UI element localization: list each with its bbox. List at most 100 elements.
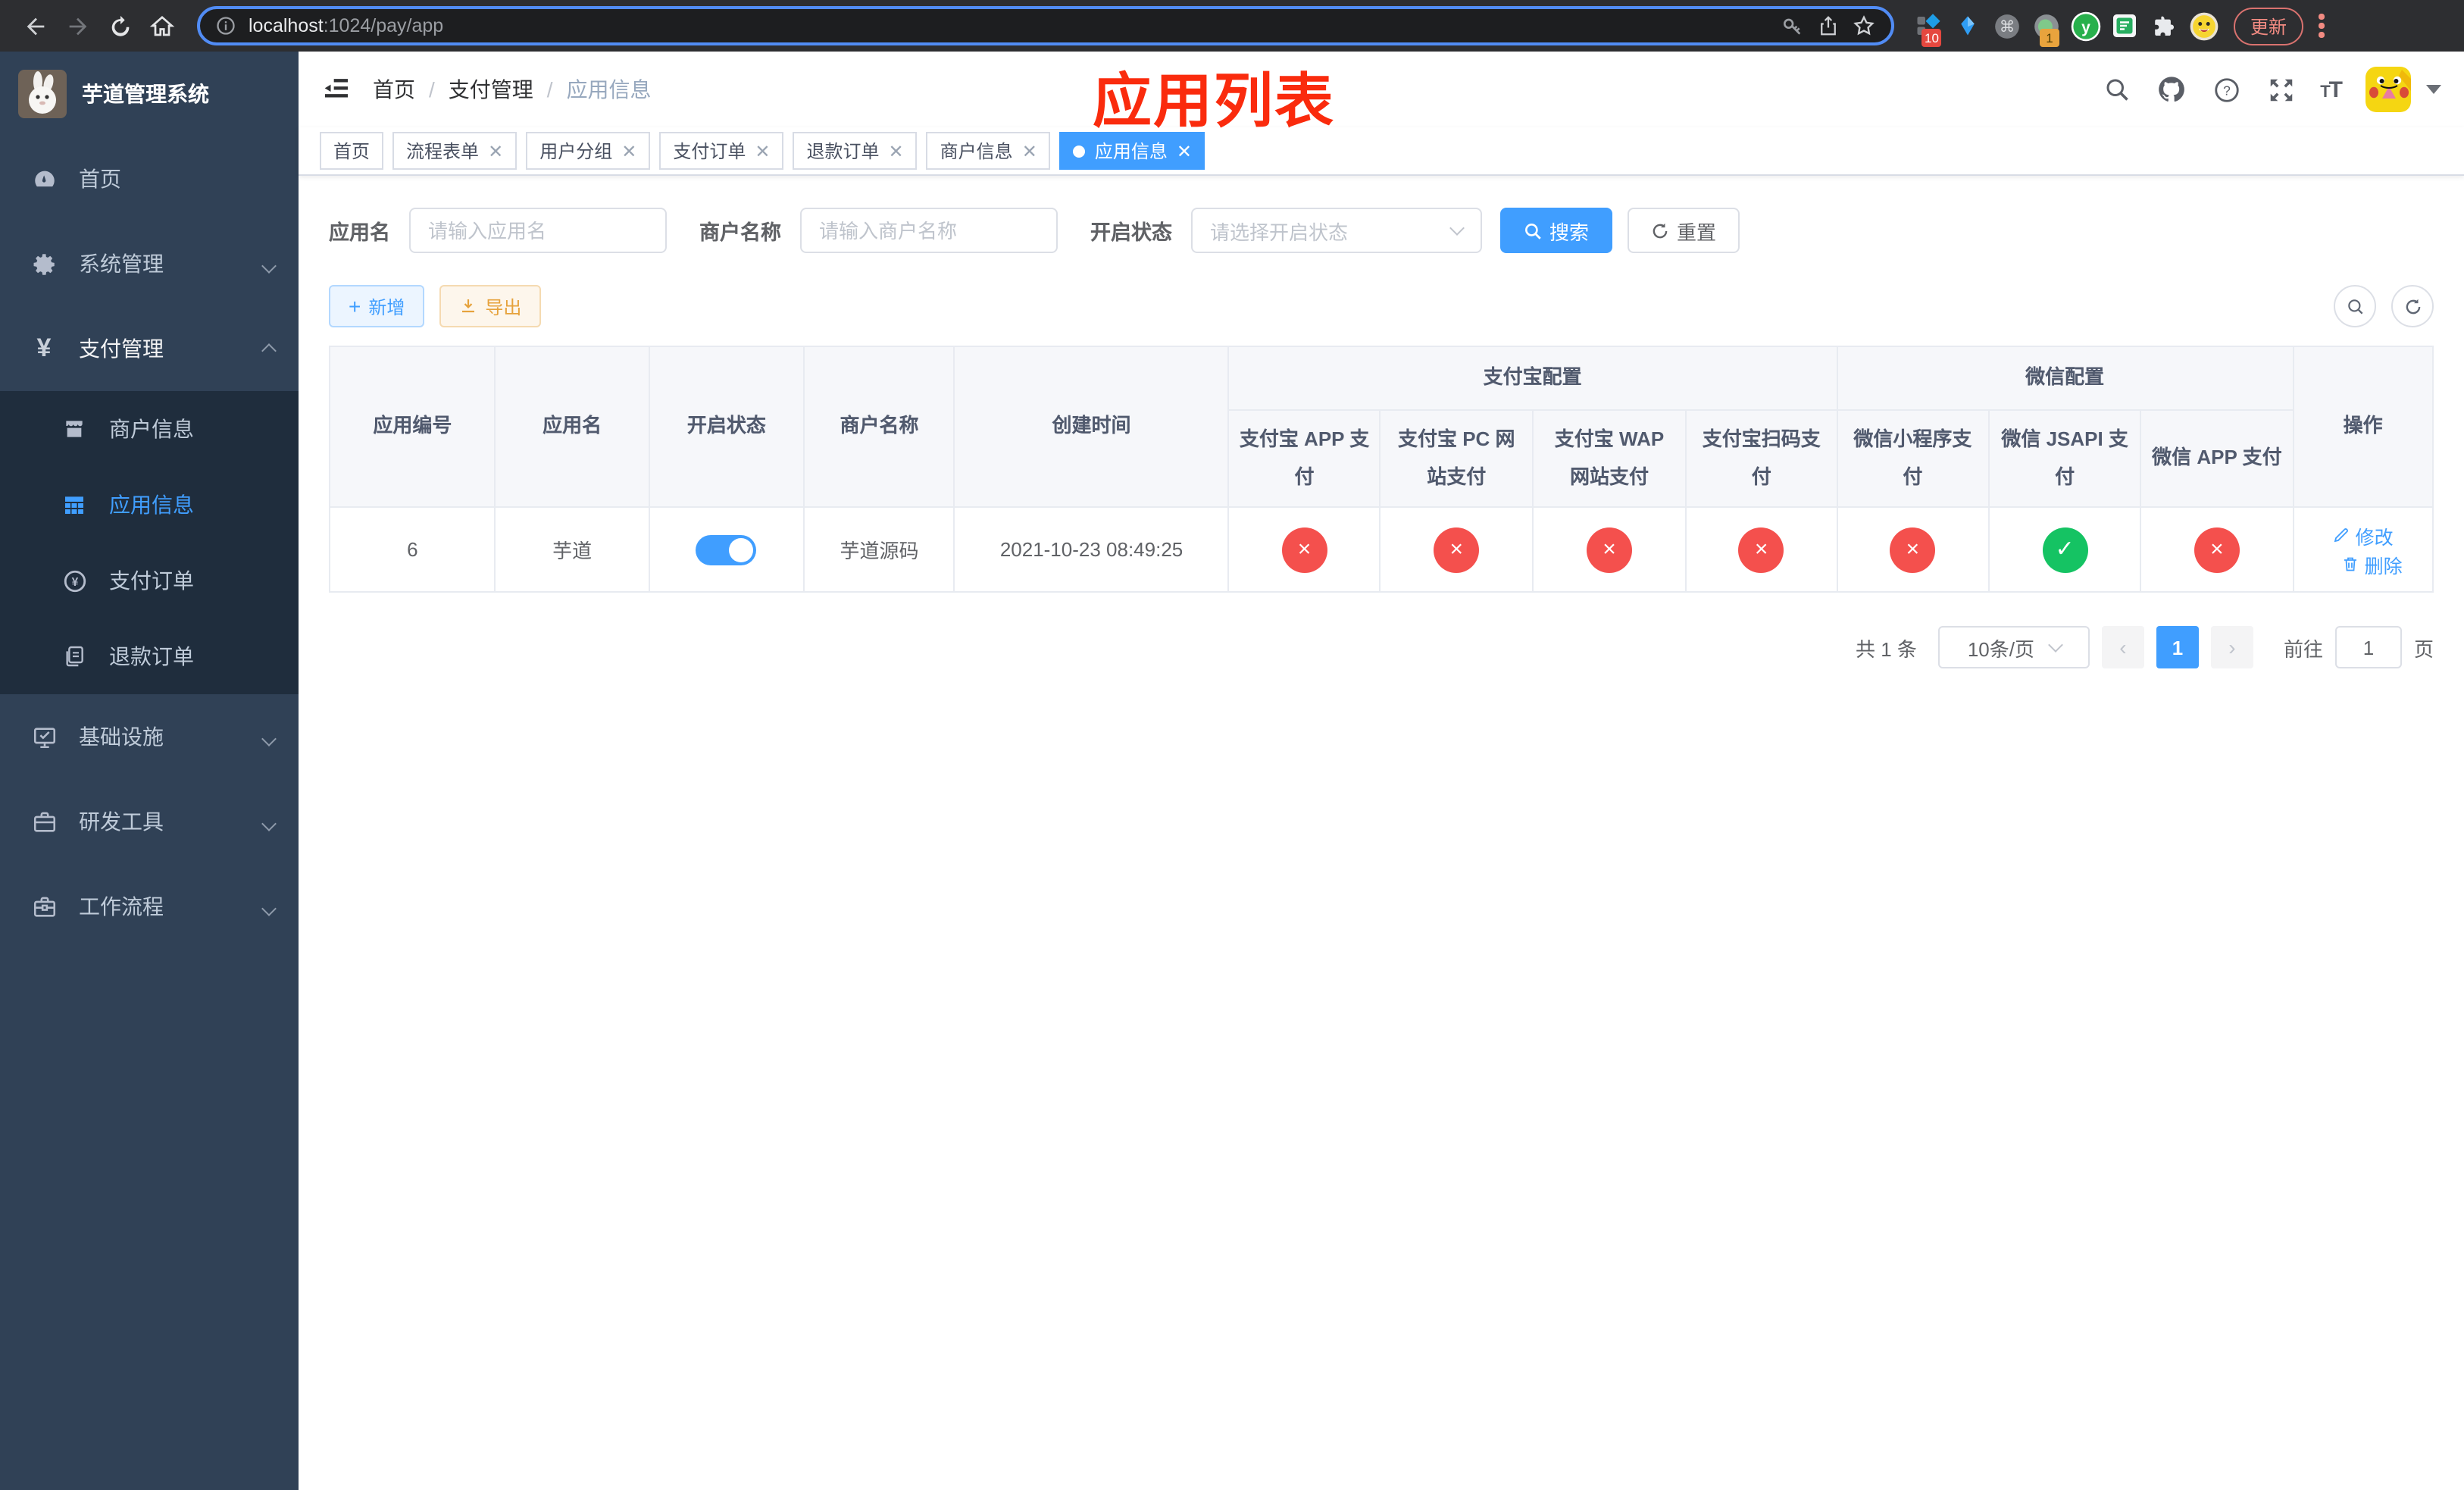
github-icon[interactable] bbox=[2156, 74, 2187, 105]
status-check-icon: ✓ bbox=[2042, 527, 2088, 572]
export-button-label: 导出 bbox=[485, 296, 522, 318]
col-alipay-wap: 支付宝 WAP 网站支付 bbox=[1531, 409, 1687, 508]
breadcrumb-payment[interactable]: 支付管理 bbox=[449, 74, 533, 105]
next-page-button[interactable]: › bbox=[2210, 626, 2253, 668]
browser-profile-avatar[interactable] bbox=[2185, 8, 2222, 44]
tab-merchant-info[interactable]: 商户信息 ✕ bbox=[926, 132, 1051, 170]
help-icon[interactable]: ? bbox=[2211, 74, 2241, 105]
extension-v2ex-icon[interactable]: y bbox=[2067, 8, 2103, 44]
close-icon[interactable]: ✕ bbox=[488, 142, 503, 160]
sidebar-item-label: 工作流程 bbox=[79, 894, 164, 919]
share-icon[interactable] bbox=[1817, 14, 1840, 38]
col-app-name: 应用名 bbox=[494, 346, 650, 508]
sidebar-item-label: 应用信息 bbox=[109, 493, 194, 517]
cell-merchant: 芋道源码 bbox=[803, 506, 955, 593]
goto-page-input[interactable] bbox=[2334, 626, 2402, 668]
tab-label: 用户分组 bbox=[539, 141, 613, 162]
page-size-select[interactable]: 10条/页 bbox=[1937, 626, 2090, 668]
sidebar-item-pay-order[interactable]: ¥ 支付订单 bbox=[0, 543, 299, 618]
sidebar-item-home[interactable]: 首页 bbox=[0, 136, 299, 221]
sidebar-item-label: 研发工具 bbox=[79, 809, 164, 834]
chevron-down-icon bbox=[261, 809, 277, 834]
plus-icon: + bbox=[349, 294, 361, 318]
search-button[interactable]: 搜索 bbox=[1499, 208, 1612, 253]
export-button[interactable]: 导出 bbox=[439, 285, 542, 327]
cell-created: 2021-10-23 08:49:25 bbox=[953, 506, 1230, 593]
cell-app-id: 6 bbox=[328, 506, 496, 593]
extension-kite-icon[interactable] bbox=[1949, 8, 1985, 44]
browser-update-button[interactable]: 更新 bbox=[2234, 7, 2304, 45]
cell-wechat-mini: × bbox=[1836, 506, 1990, 593]
browser-back-button[interactable] bbox=[15, 6, 55, 45]
sidebar-item-label: 基础设施 bbox=[79, 725, 164, 749]
cell-alipay-app: × bbox=[1227, 506, 1381, 593]
hide-search-button[interactable] bbox=[2334, 285, 2376, 327]
refresh-icon bbox=[2405, 298, 2420, 314]
close-icon[interactable]: ✕ bbox=[1177, 142, 1192, 160]
edit-link[interactable]: 修改 bbox=[2333, 521, 2394, 549]
breadcrumb-home[interactable]: 首页 bbox=[373, 74, 415, 105]
search-icon[interactable] bbox=[2102, 74, 2132, 105]
goto-page: 前往 页 bbox=[2284, 626, 2434, 668]
screen: localhost:1024/pay/app 10 ⌘ 1 y 更新 芋道管理系… bbox=[0, 0, 2464, 1490]
font-size-icon[interactable]: TT bbox=[2320, 77, 2343, 102]
status-select-placeholder: 请选择开启状态 bbox=[1210, 221, 1349, 243]
col-created: 创建时间 bbox=[953, 346, 1230, 508]
tab-pay-order[interactable]: 支付订单 ✕ bbox=[659, 132, 784, 170]
url-text: localhost:1024/pay/app bbox=[249, 15, 444, 36]
status-toggle[interactable] bbox=[696, 534, 757, 565]
sidebar-item-workflow[interactable]: 工作流程 bbox=[0, 864, 299, 949]
browser-menu-button[interactable] bbox=[2309, 9, 2334, 42]
tab-process-form[interactable]: 流程表单 ✕ bbox=[392, 132, 518, 170]
tab-refund-order[interactable]: 退款订单 ✕ bbox=[793, 132, 918, 170]
tab-home[interactable]: 首页 bbox=[320, 132, 384, 170]
delete-link[interactable]: 删除 bbox=[2342, 549, 2403, 578]
prev-page-button[interactable]: ‹ bbox=[2101, 626, 2144, 668]
cell-actions: 修改 删除 bbox=[2292, 506, 2434, 593]
tab-user-group[interactable]: 用户分组 ✕ bbox=[526, 132, 651, 170]
status-select[interactable]: 请选择开启状态 bbox=[1190, 208, 1481, 253]
site-info-icon[interactable] bbox=[215, 15, 236, 36]
sidebar-collapse-button[interactable] bbox=[321, 74, 352, 105]
sidebar-item-refund-order[interactable]: 退款订单 bbox=[0, 618, 299, 694]
reset-button-label: 重置 bbox=[1677, 221, 1717, 243]
extension-chat-icon[interactable] bbox=[2106, 8, 2143, 44]
close-icon[interactable]: ✕ bbox=[1022, 142, 1037, 160]
app-name-input[interactable] bbox=[408, 208, 666, 253]
top-navbar: 首页 / 支付管理 / 应用信息 ? TT bbox=[299, 52, 2464, 127]
browser-forward-button[interactable] bbox=[58, 6, 97, 45]
close-icon[interactable]: ✕ bbox=[621, 142, 636, 160]
fullscreen-icon[interactable] bbox=[2265, 74, 2296, 105]
password-key-icon[interactable] bbox=[1781, 14, 1805, 38]
sidebar-item-payment[interactable]: ¥ 支付管理 bbox=[0, 306, 299, 391]
page-number-1[interactable]: 1 bbox=[2156, 626, 2199, 668]
close-icon[interactable]: ✕ bbox=[755, 142, 770, 160]
sidebar-item-dev-tools[interactable]: 研发工具 bbox=[0, 779, 299, 864]
bookmark-star-icon[interactable] bbox=[1852, 14, 1876, 38]
pagination-total: 共 1 条 bbox=[1856, 637, 1917, 660]
sidebar-item-app-info[interactable]: 应用信息 bbox=[0, 467, 299, 543]
url-bar[interactable]: localhost:1024/pay/app bbox=[197, 6, 1894, 45]
sidebar-item-infrastructure[interactable]: 基础设施 bbox=[0, 694, 299, 779]
kite-icon bbox=[1960, 16, 1974, 36]
refresh-table-button[interactable] bbox=[2391, 285, 2434, 327]
reset-button[interactable]: 重置 bbox=[1627, 208, 1740, 253]
tab-label: 支付订单 bbox=[673, 141, 746, 162]
extension-tabsuspender-icon[interactable]: 10 bbox=[1909, 8, 1946, 47]
col-group-alipay: 支付宝配置 bbox=[1227, 346, 1838, 411]
logo-link[interactable]: 芋道管理系统 bbox=[0, 52, 299, 136]
avatar-caret-icon[interactable] bbox=[2426, 85, 2441, 94]
sidebar-item-system[interactable]: 系统管理 bbox=[0, 221, 299, 306]
user-avatar[interactable] bbox=[2366, 67, 2411, 112]
extension-command-icon[interactable]: ⌘ bbox=[1988, 8, 2025, 44]
sidebar-item-merchant-info[interactable]: 商户信息 bbox=[0, 391, 299, 467]
add-button[interactable]: + 新增 bbox=[329, 285, 425, 327]
extension-avatar-icon[interactable]: 1 bbox=[2028, 8, 2064, 47]
extensions-puzzle-icon[interactable] bbox=[2146, 8, 2182, 44]
close-icon[interactable]: ✕ bbox=[889, 142, 904, 160]
browser-home-button[interactable] bbox=[142, 6, 182, 45]
merchant-name-input[interactable] bbox=[799, 208, 1057, 253]
status-cross-icon: × bbox=[1738, 527, 1784, 572]
browser-refresh-button[interactable] bbox=[100, 6, 139, 45]
status-cross-icon: × bbox=[2194, 527, 2240, 572]
